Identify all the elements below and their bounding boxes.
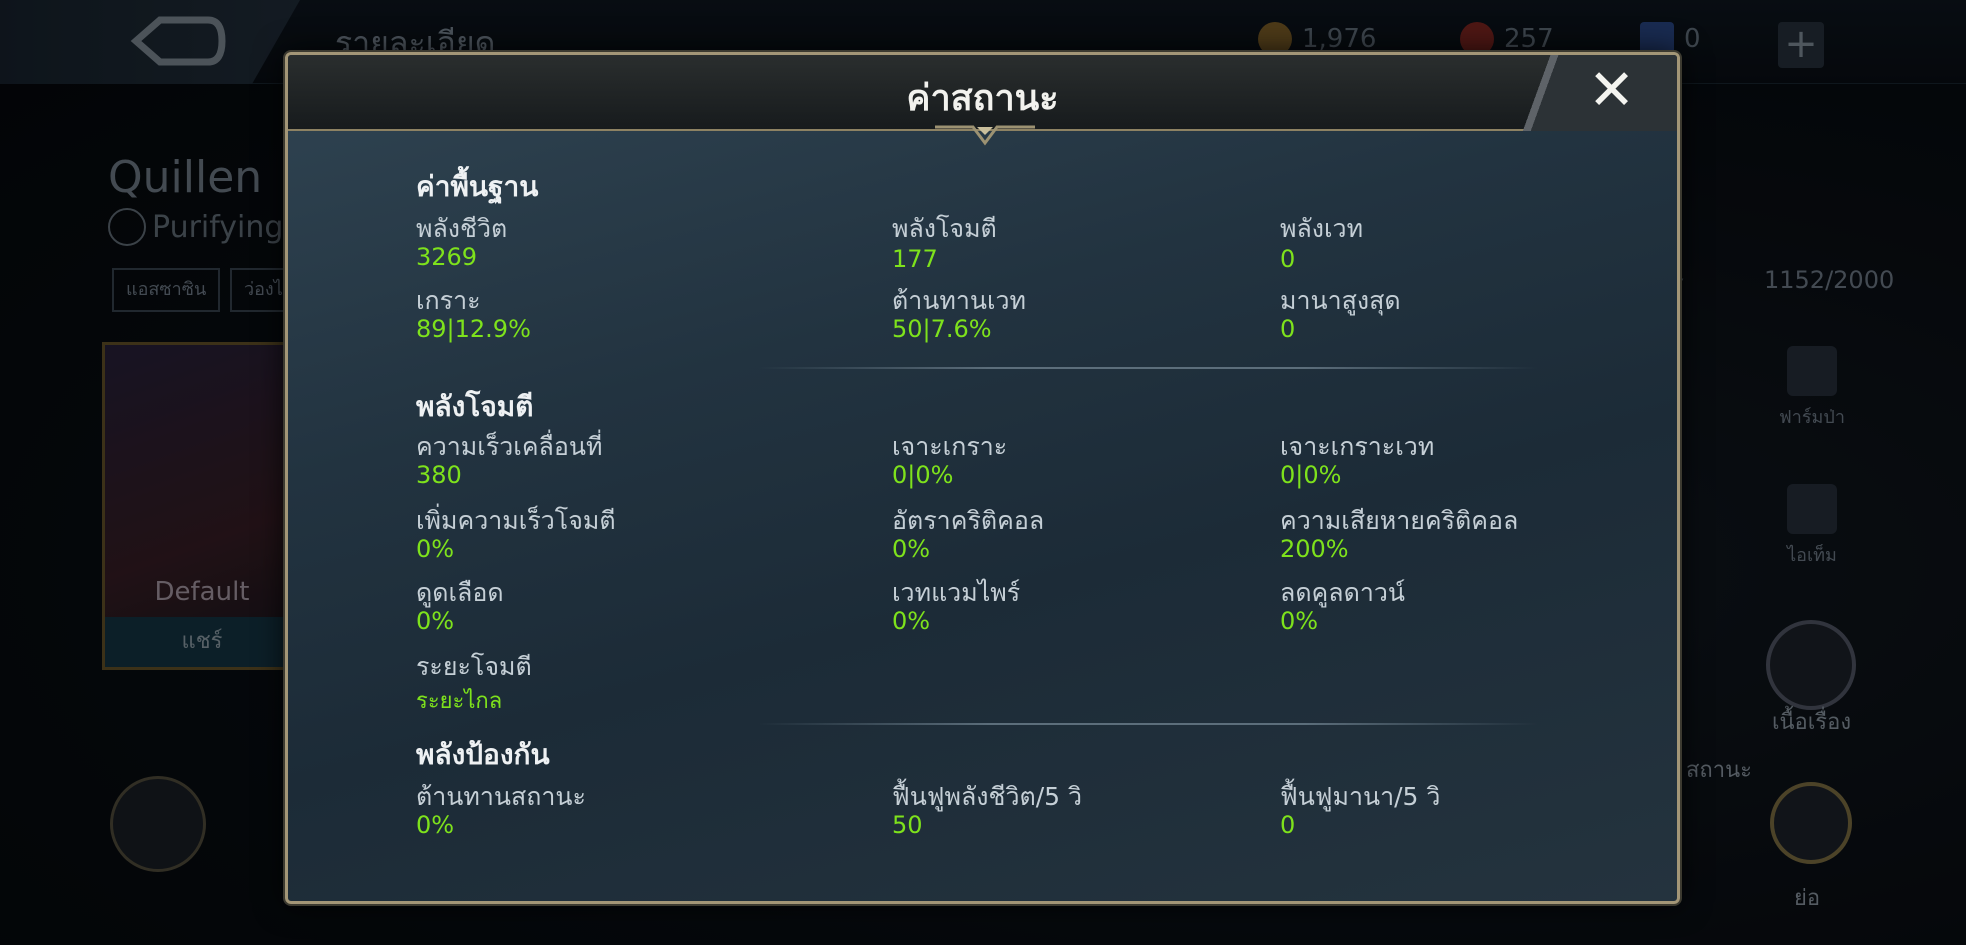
stat-value: 177 <box>892 245 938 273</box>
stat-value: 0 <box>1280 245 1296 273</box>
stat-label: พลังเวท <box>1280 214 1364 243</box>
stat-value: ระยะไกล <box>416 689 503 714</box>
stat-value: 0|0% <box>1280 461 1342 489</box>
stat-value: 0% <box>416 607 455 635</box>
modal-title: ค่าสถานะ <box>906 78 1059 119</box>
section-title-attack: พลังโจมตี <box>416 390 534 423</box>
stat-label: ฟื้นฟูมานา/5 วิ <box>1280 782 1441 811</box>
stat-value: 200% <box>1280 535 1349 563</box>
close-button[interactable]: ✕ <box>1507 55 1677 131</box>
stat-value: 0% <box>1280 607 1319 635</box>
stats-modal: ค่าสถานะ ✕ ค่าพื้นฐาน พลังชีวิต 3269 พลั… <box>285 52 1680 904</box>
stat-value: 0% <box>416 811 455 839</box>
stat-value: 50|7.6% <box>892 315 992 343</box>
stat-label: มานาสูงสุด <box>1280 286 1401 315</box>
title-ornament-icon <box>935 125 1035 146</box>
close-icon: ✕ <box>1588 58 1635 123</box>
stat-value: 89|12.9% <box>416 315 531 343</box>
stat-label: ระยะโจมตี <box>416 652 532 681</box>
stat-value: 380 <box>416 461 462 489</box>
stat-label: พลังโจมตี <box>892 214 997 243</box>
stat-value: 0 <box>1280 315 1296 343</box>
stat-value: 3269 <box>416 243 478 271</box>
stat-value: 0% <box>416 535 455 563</box>
section-title-defense: พลังป้องกัน <box>416 738 550 771</box>
stat-value: 0% <box>892 607 931 635</box>
stat-value: 50 <box>892 811 923 839</box>
modal-header: ค่าสถานะ <box>288 55 1677 131</box>
stat-value: 0|0% <box>892 461 954 489</box>
stat-value: 0 <box>1280 811 1296 839</box>
stat-value: 0% <box>892 535 931 563</box>
section-divider <box>758 723 1538 725</box>
section-divider <box>758 367 1538 369</box>
section-title-base: ค่าพื้นฐาน <box>416 170 539 203</box>
